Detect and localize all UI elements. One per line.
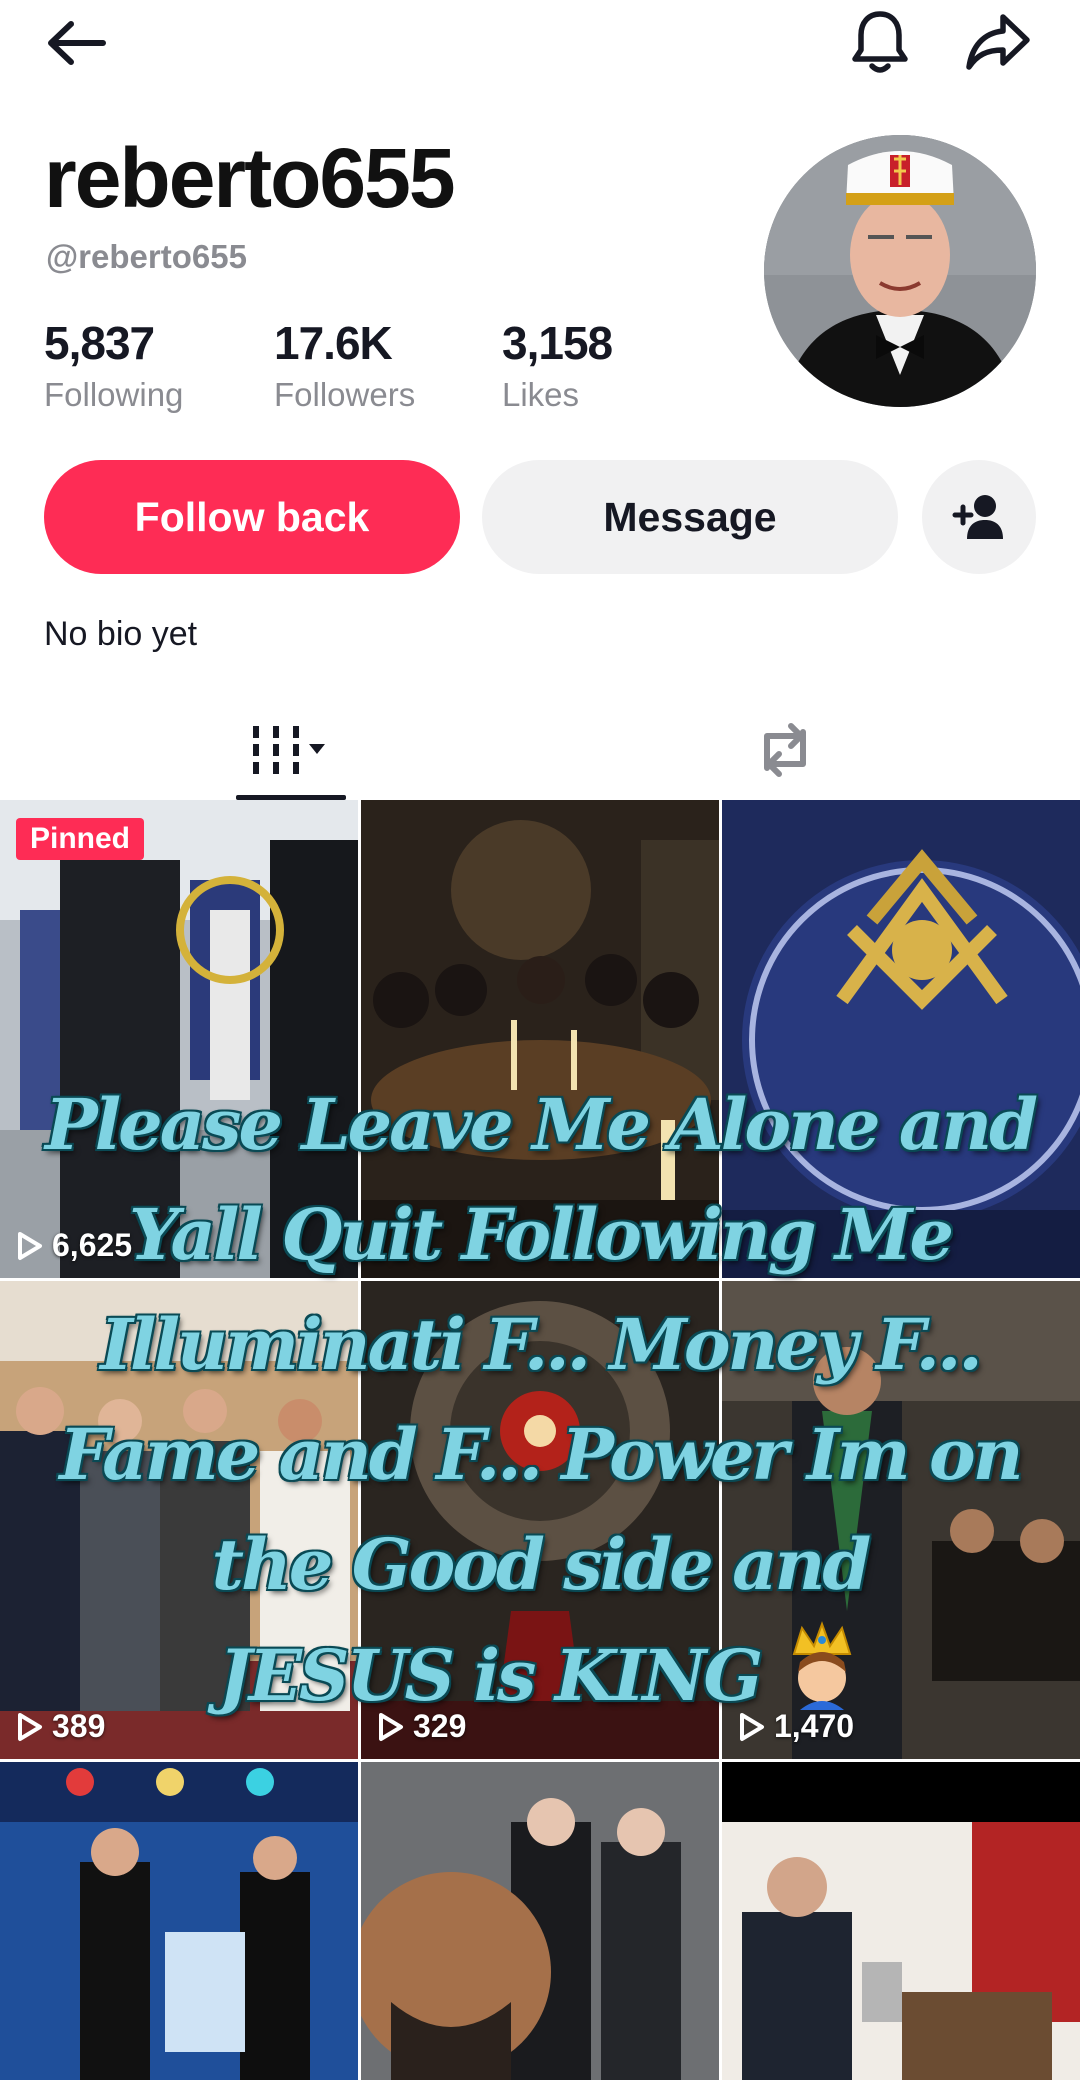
notifications-button[interactable] [840, 4, 920, 80]
share-icon [966, 14, 1030, 70]
top-bar [0, 0, 1080, 90]
profile-bio: No bio yet [44, 615, 198, 653]
profile-handle: @reberto655 [46, 238, 247, 275]
add-friend-button[interactable] [922, 460, 1036, 574]
caption-line: Fame and F... Power Im on [59, 1413, 1023, 1496]
tab-reposts[interactable] [740, 700, 830, 800]
stat-likes[interactable]: 3,158 Likes [502, 316, 613, 414]
repost-icon [764, 723, 806, 777]
share-button[interactable] [958, 4, 1038, 80]
video-thumbnail [0, 1762, 358, 2080]
video-thumbnail [722, 1762, 1080, 2080]
stat-following[interactable]: 5,837 Following [44, 316, 183, 414]
likes-count: 3,158 [502, 317, 613, 369]
caption-line: Please Leave Me Alone and [44, 1083, 1038, 1166]
tab-videos[interactable] [236, 700, 346, 800]
following-label: Following [44, 376, 184, 413]
grid-icon [253, 726, 325, 774]
profile-avatar[interactable] [764, 135, 1036, 407]
video-tile[interactable] [0, 1762, 358, 2080]
profile-username: reberto655 [44, 131, 456, 225]
caption-line-last: JESUS is KING [40, 1620, 1040, 1731]
add-user-icon [952, 495, 1003, 539]
followers-count: 17.6K [274, 317, 393, 369]
likes-label: Likes [502, 376, 580, 413]
crown-prince-icon [782, 1620, 862, 1731]
overlay-caption: Please Leave Me Alone and Yall Quit Foll… [40, 1070, 1040, 1731]
caption-line: JESUS is KING [218, 1634, 763, 1717]
follow-back-button[interactable]: Follow back [44, 460, 460, 574]
caption-line: Illuminati F... Money F... [100, 1303, 983, 1386]
following-count: 5,837 [44, 317, 155, 369]
caption-line: Yall Quit Following Me [128, 1193, 954, 1276]
stat-followers[interactable]: 17.6K Followers [274, 316, 415, 414]
caption-line: the Good side and [211, 1523, 872, 1606]
back-arrow-icon [48, 21, 106, 65]
video-thumbnail [361, 1762, 719, 2080]
message-button[interactable]: Message [482, 460, 898, 574]
followers-label: Followers [274, 376, 416, 413]
bell-icon [852, 11, 908, 73]
avatar-photo [764, 135, 1036, 407]
video-tile[interactable] [722, 1762, 1080, 2080]
back-button[interactable] [36, 8, 116, 78]
pinned-badge: Pinned [16, 818, 145, 860]
video-tile[interactable] [361, 1762, 719, 2080]
profile-tabs [0, 700, 1080, 800]
